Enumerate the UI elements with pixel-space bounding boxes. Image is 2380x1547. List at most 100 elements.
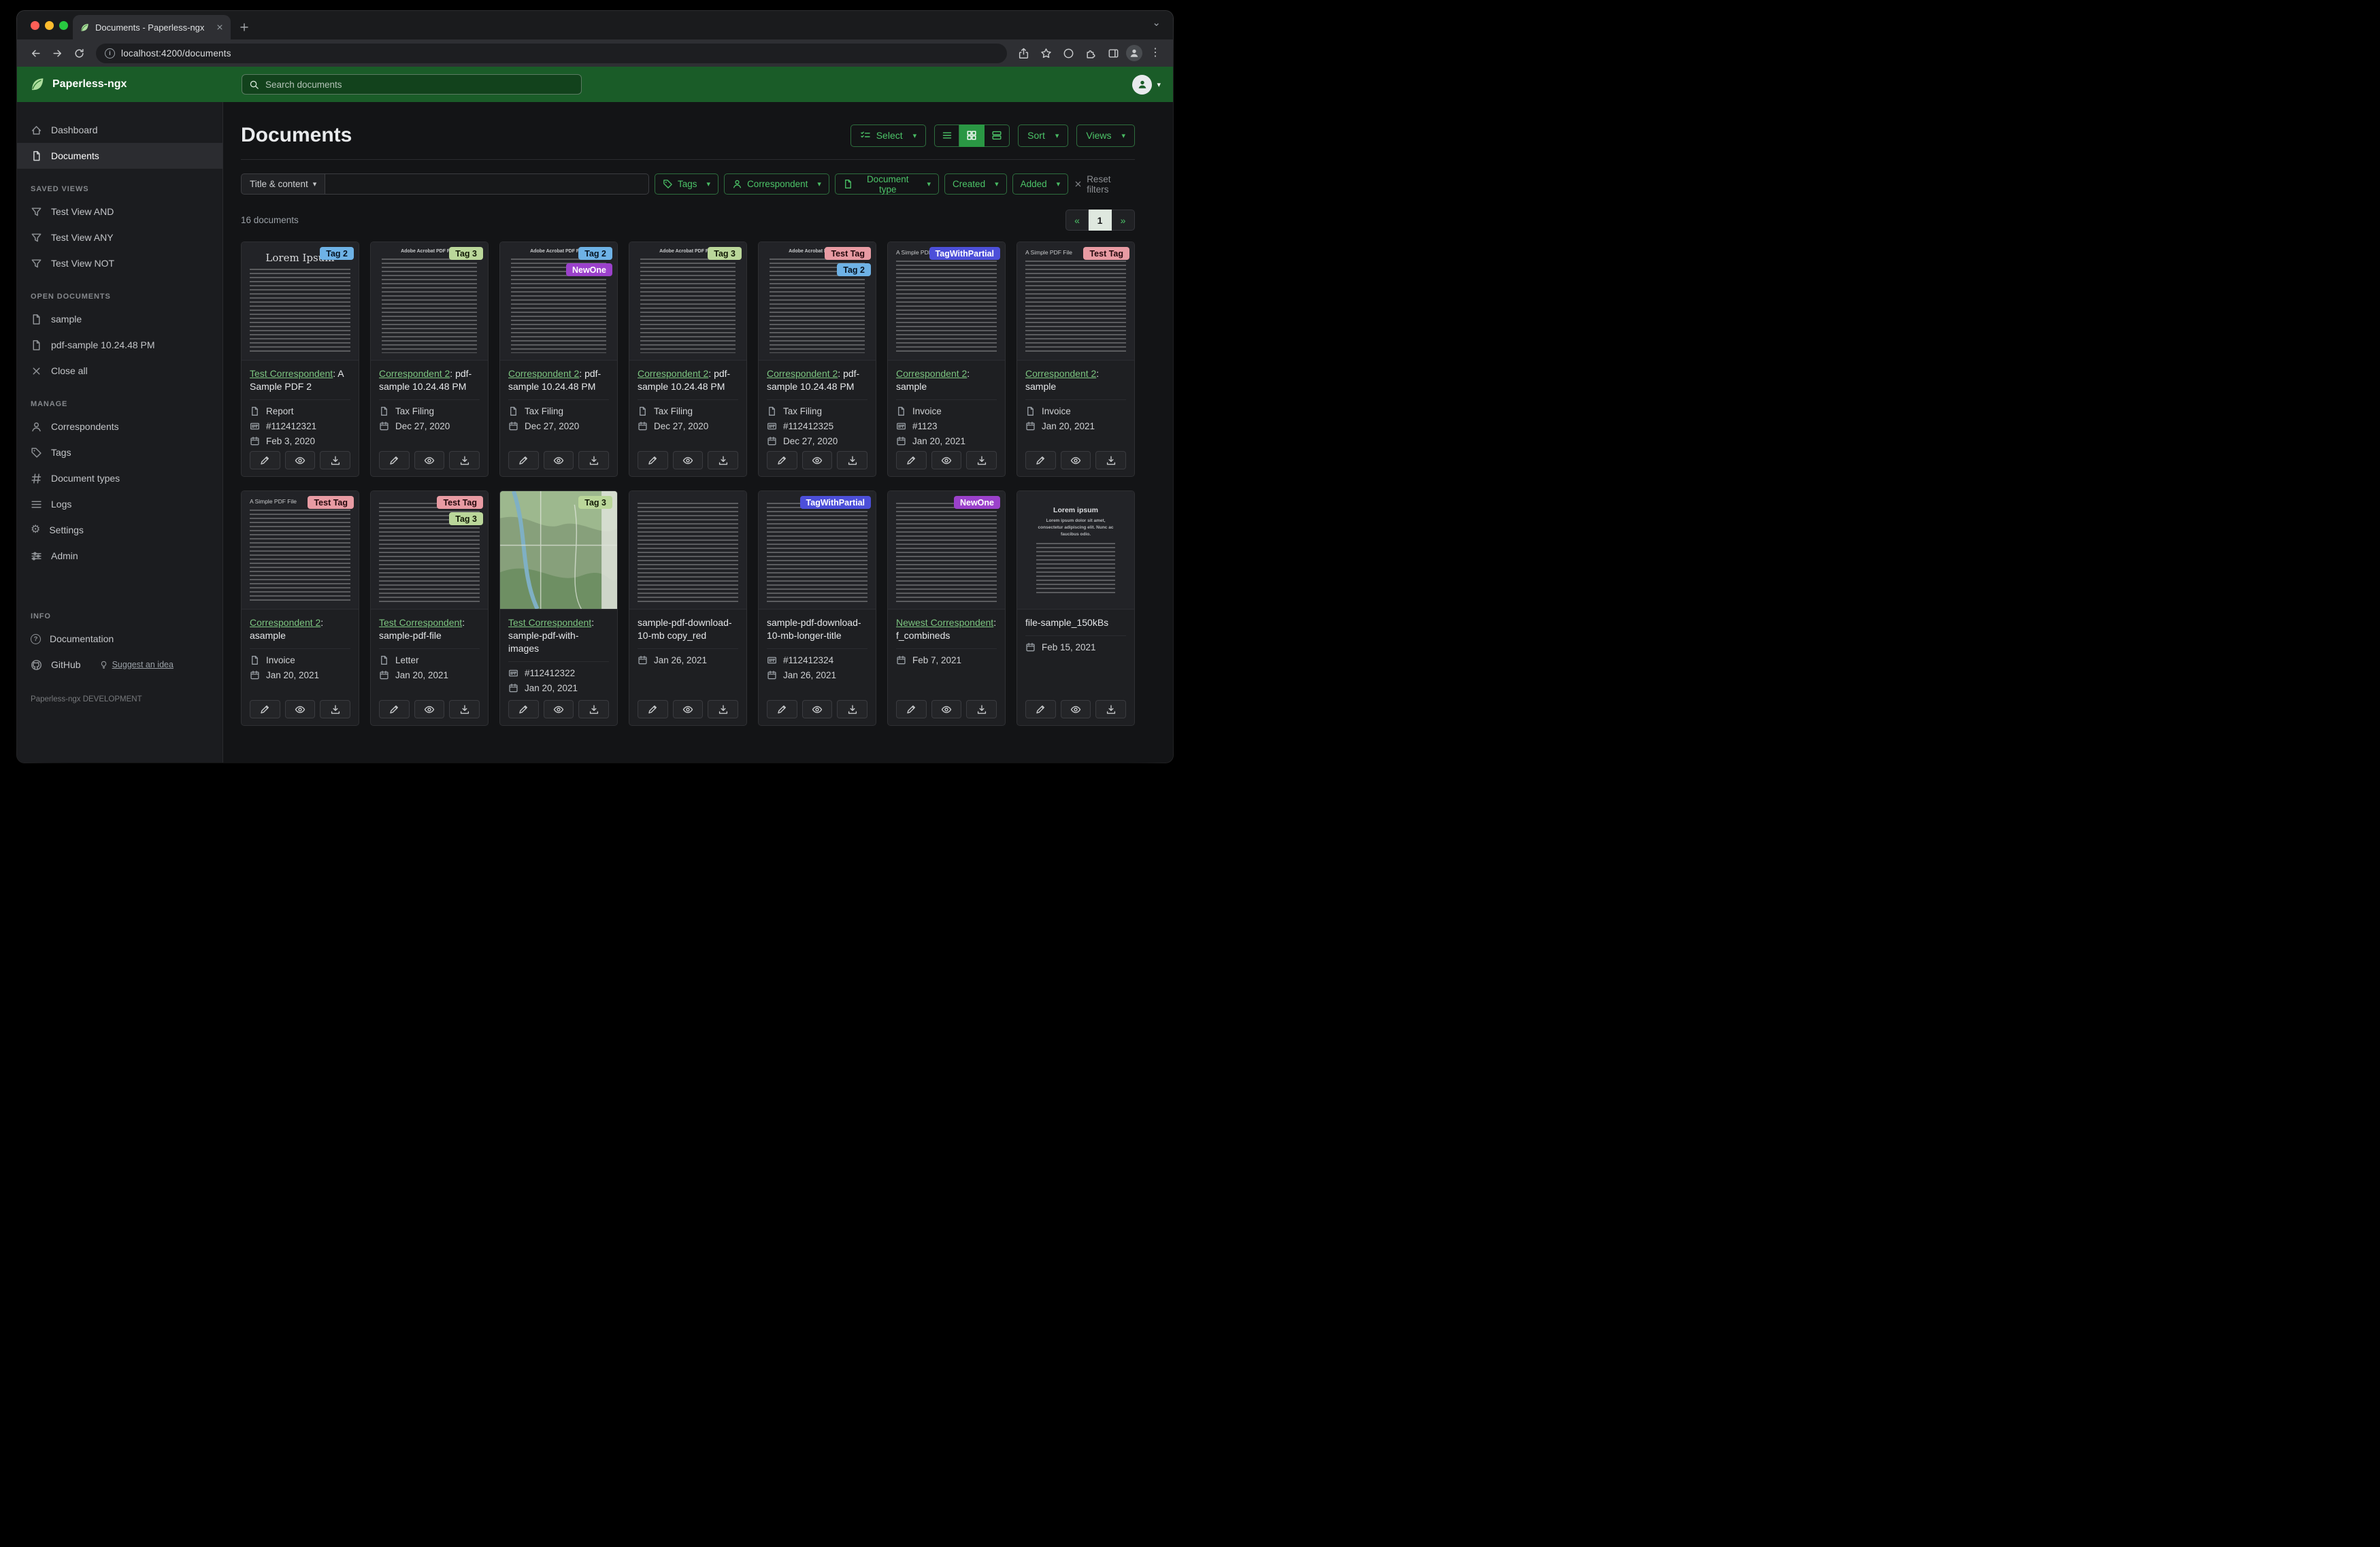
- download-button[interactable]: [966, 700, 997, 718]
- document-thumbnail[interactable]: [888, 491, 1005, 610]
- meta-type[interactable]: Letter: [379, 655, 480, 665]
- download-button[interactable]: [837, 451, 868, 469]
- tag-badge-tag-2[interactable]: Tag 2: [837, 263, 871, 276]
- document-title-text[interactable]: sample-pdf-download-10-mb-longer-title: [767, 617, 861, 641]
- correspondent-link[interactable]: Correspondent 2: [508, 368, 579, 379]
- search-field-selector[interactable]: Title & content: [241, 173, 326, 195]
- document-thumbnail[interactable]: A Simple PDF File: [888, 242, 1005, 361]
- meta-type[interactable]: Tax Filing: [767, 406, 867, 416]
- document-thumbnail[interactable]: Lorem ipsum Lorem ipsum dolor sit amet, c…: [1017, 491, 1134, 610]
- edit-button[interactable]: [896, 451, 927, 469]
- tag-badge-newone[interactable]: NewOne: [953, 496, 1000, 509]
- previous-page-button[interactable]: «: [1065, 210, 1089, 231]
- meta-date[interactable]: Jan 20, 2021: [379, 670, 480, 680]
- tag-badge-newone[interactable]: NewOne: [565, 263, 612, 276]
- meta-date[interactable]: Feb 15, 2021: [1025, 642, 1126, 652]
- sidebar-item-documentation[interactable]: ? Documentation: [17, 626, 222, 652]
- document-thumbnail[interactable]: Adobe Acrobat PDF Files: [629, 242, 746, 361]
- preview-button[interactable]: [284, 700, 316, 718]
- document-thumbnail[interactable]: A Simple PDF File: [1017, 242, 1134, 361]
- preview-button[interactable]: [284, 451, 316, 469]
- edit-button[interactable]: [508, 700, 539, 718]
- sort-button[interactable]: Sort: [1018, 124, 1069, 147]
- edit-button[interactable]: [1025, 451, 1056, 469]
- next-page-button[interactable]: »: [1112, 210, 1135, 231]
- sidebar-item-test-view-any[interactable]: Test View ANY: [17, 224, 222, 250]
- meta-asn[interactable]: #112412322: [508, 668, 609, 678]
- meta-date[interactable]: Feb 7, 2021: [896, 655, 997, 665]
- close-window-button[interactable]: [31, 21, 39, 30]
- meta-date[interactable]: Dec 27, 2020: [638, 421, 738, 431]
- user-avatar[interactable]: [1132, 74, 1153, 95]
- meta-date[interactable]: Jan 20, 2021: [896, 436, 997, 446]
- detail-view-button[interactable]: [985, 124, 1010, 147]
- sidebar-item-settings[interactable]: ⚙ Settings: [17, 517, 222, 543]
- forward-button[interactable]: [47, 43, 67, 63]
- tag-badge-tag-3[interactable]: Tag 3: [578, 496, 612, 509]
- suggest-an-idea-link[interactable]: Suggest an idea: [99, 660, 173, 669]
- meta-asn[interactable]: #112412324: [767, 655, 867, 665]
- meta-type[interactable]: Invoice: [1025, 406, 1126, 416]
- correspondent-link[interactable]: Correspondent 2: [250, 617, 320, 628]
- preview-button[interactable]: [931, 451, 962, 469]
- edit-button[interactable]: [379, 451, 410, 469]
- preview-button[interactable]: [543, 451, 574, 469]
- correspondent-link[interactable]: Correspondent 2: [638, 368, 708, 379]
- edit-button[interactable]: [1025, 700, 1056, 718]
- edit-button[interactable]: [250, 700, 280, 718]
- edit-button[interactable]: [767, 451, 797, 469]
- global-search[interactable]: [242, 74, 582, 95]
- edit-button[interactable]: [896, 700, 927, 718]
- browser-profile-avatar[interactable]: [1126, 45, 1142, 61]
- correspondent-link[interactable]: Test Correspondent: [250, 368, 333, 379]
- correspondent-link[interactable]: Correspondent 2: [896, 368, 967, 379]
- back-button[interactable]: [25, 43, 46, 63]
- document-thumbnail[interactable]: [759, 491, 876, 610]
- download-button[interactable]: [966, 451, 997, 469]
- download-button[interactable]: [708, 451, 739, 469]
- title-content-input[interactable]: [325, 173, 649, 195]
- account-menu[interactable]: [1132, 74, 1161, 95]
- meta-date[interactable]: Jan 26, 2021: [638, 655, 738, 665]
- edit-button[interactable]: [767, 700, 797, 718]
- browser-menu-kebab-button[interactable]: ⋮: [1146, 44, 1165, 63]
- sidebar-item-admin[interactable]: Admin: [17, 543, 222, 569]
- app-brand[interactable]: Paperless-ngx: [29, 76, 242, 93]
- meta-asn[interactable]: #1123: [896, 421, 997, 431]
- sidebar-item-logs[interactable]: Logs: [17, 491, 222, 517]
- document-title-text[interactable]: file-sample_150kBs: [1025, 617, 1108, 628]
- correspondent-link[interactable]: Test Correspondent: [508, 617, 591, 628]
- sidebar-item-tags[interactable]: Tags: [17, 439, 222, 465]
- download-button[interactable]: [1095, 700, 1127, 718]
- meta-type[interactable]: Invoice: [896, 406, 997, 416]
- filter-added-button[interactable]: Added: [1012, 173, 1069, 195]
- download-button[interactable]: [837, 700, 868, 718]
- sidebar-item-test-view-and[interactable]: Test View AND: [17, 199, 222, 224]
- meta-date[interactable]: Jan 20, 2021: [250, 670, 350, 680]
- meta-date[interactable]: Dec 27, 2020: [508, 421, 609, 431]
- meta-type[interactable]: Invoice: [250, 655, 350, 665]
- sidebar-item-documents[interactable]: Documents: [17, 143, 222, 169]
- meta-date[interactable]: Jan 26, 2021: [767, 670, 867, 680]
- tag-badge-tag-2[interactable]: Tag 2: [578, 247, 612, 260]
- address-bar[interactable]: i localhost:4200/documents: [96, 43, 1007, 63]
- meta-asn[interactable]: #112412325: [767, 421, 867, 431]
- document-thumbnail[interactable]: Lorem Ipsum: [242, 242, 359, 361]
- preview-button[interactable]: [1060, 451, 1091, 469]
- meta-type[interactable]: Tax Filing: [379, 406, 480, 416]
- extensions-puzzle-button[interactable]: [1081, 44, 1100, 63]
- tag-badge-tag-3[interactable]: Tag 3: [449, 247, 483, 260]
- correspondent-link[interactable]: Test Correspondent: [379, 617, 462, 628]
- meta-type[interactable]: Tax Filing: [508, 406, 609, 416]
- sidebar-item-github[interactable]: GitHub Suggest an idea: [17, 652, 222, 678]
- document-title-text[interactable]: sample-pdf-download-10-mb copy_red: [638, 617, 732, 641]
- correspondent-link[interactable]: Correspondent 2: [379, 368, 450, 379]
- list-view-button[interactable]: [934, 124, 960, 147]
- document-thumbnail[interactable]: [629, 491, 746, 610]
- current-page-button[interactable]: 1: [1089, 210, 1112, 231]
- url-text[interactable]: localhost:4200/documents: [121, 48, 231, 59]
- zoom-window-button[interactable]: [59, 21, 68, 30]
- filter-document-type-button[interactable]: Document type: [834, 173, 940, 195]
- tag-badge-tagwithpartial[interactable]: TagWithPartial: [929, 247, 1000, 260]
- tag-badge-test-tag[interactable]: Test Tag: [308, 496, 354, 509]
